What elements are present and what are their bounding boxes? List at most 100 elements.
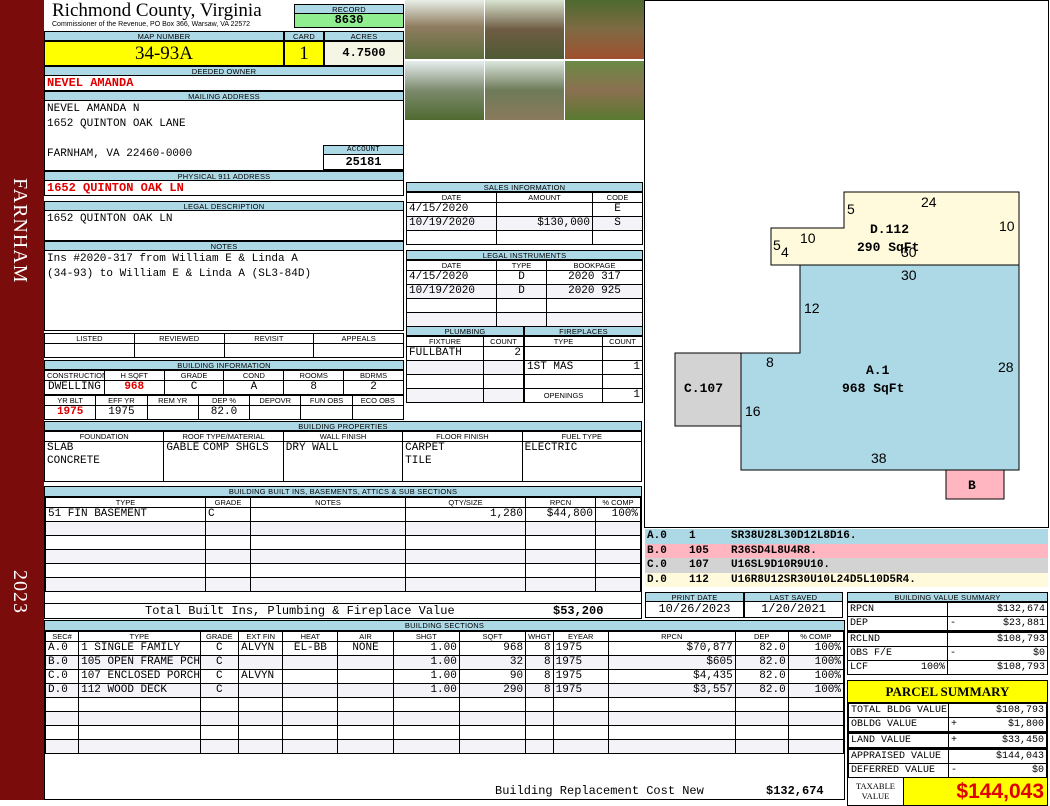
summary-value: + $33,450: [948, 732, 1047, 749]
table-cell: EL-BB: [282, 641, 339, 656]
notes-text: Ins #2020-317 from William E & Linda A (…: [44, 251, 404, 331]
parcel-summary-label: PARCEL SUMMARY: [848, 681, 1047, 703]
table-cell: $44,800: [525, 507, 596, 522]
legend-sec: D.0: [647, 573, 667, 586]
table-cell: [552, 711, 609, 726]
dim: 10: [800, 230, 816, 246]
summary-row: DEFERRED VALUE - $0: [848, 763, 1047, 778]
sketch-legend-row[interactable]: A.0 1 SR38U28L30D12L8D16.: [645, 529, 1048, 544]
table-cell: [525, 697, 554, 712]
summary-label: TOTAL BLDG VALUE: [848, 703, 949, 718]
label-a: A.1: [866, 363, 890, 378]
property-photo-2[interactable]: [485, 0, 564, 59]
table-cell: 1975: [552, 669, 609, 684]
table-row: 1ST MAS 1: [524, 360, 643, 375]
card-number: 1: [284, 41, 324, 66]
table-cell: [78, 725, 201, 740]
sections-total-label: Building Replacement Cost New: [495, 784, 704, 798]
property-photo-5[interactable]: [485, 61, 564, 120]
dim: 30: [901, 244, 917, 260]
table-row: [406, 360, 524, 375]
properties-label: BUILDING PROPERTIES: [44, 421, 642, 431]
table-cell: [734, 739, 789, 754]
building-info-value: [300, 405, 353, 420]
table-cell: [337, 711, 394, 726]
building-info-value: [351, 405, 405, 420]
year-label: 2023: [9, 570, 31, 614]
table-cell: 1 SINGLE FAMILY: [78, 641, 201, 656]
table-cell: [392, 711, 460, 726]
label-b: B: [968, 478, 976, 493]
table-cell: [787, 739, 845, 754]
table-cell: [406, 230, 497, 245]
table-row: [44, 711, 845, 726]
mailing-address: NEVEL AMANDA N 1652 QUINTON OAK LANE FAR…: [44, 101, 404, 171]
table-cell: [602, 374, 643, 389]
table-cell: [282, 669, 339, 684]
building-info-value: A: [223, 380, 285, 395]
table-cell: [458, 739, 527, 754]
table-cell: 290: [458, 683, 527, 698]
table-cell: [734, 725, 789, 740]
taxable-row: TAXABLE VALUE $144,043: [848, 778, 1047, 805]
review-header: LISTED: [44, 333, 135, 344]
property-photo-1[interactable]: [405, 0, 484, 59]
property-photo-3[interactable]: [565, 0, 644, 59]
sections-total-value: $132,674: [766, 784, 824, 798]
table-cell: [406, 312, 497, 327]
column-header: AIR: [337, 631, 394, 642]
legend-code: 112: [689, 573, 709, 586]
sketch-legend-row[interactable]: D.0 112 U16R8U12SR30U10L24D5L10D5R4.: [645, 572, 1048, 587]
table-cell: [238, 655, 284, 670]
summary-operator: +: [951, 735, 958, 746]
table-cell: A.0: [44, 641, 80, 656]
sketch-legend-row[interactable]: B.0 105 R36SD4L8U4R8.: [645, 543, 1048, 558]
taxable-label: TAXABLE VALUE: [848, 778, 904, 805]
table-cell: 1975: [552, 641, 609, 656]
building-info-header: H SQFT: [103, 370, 165, 381]
print-date: 10/26/2023: [645, 602, 744, 618]
column-header: EYEAR: [552, 631, 609, 642]
table-cell: [205, 535, 251, 550]
summary-amount: $108,793: [996, 634, 1045, 645]
table-row: [44, 725, 845, 740]
table-cell: [282, 725, 339, 740]
table-cell: [483, 360, 524, 375]
summary-operator: -: [950, 648, 957, 659]
table-cell: [607, 725, 736, 740]
mailing-line-1: NEVEL AMANDA N: [47, 103, 140, 115]
table-cell: [525, 563, 596, 578]
table-cell: [250, 535, 406, 550]
roof-type: GABLE: [166, 442, 200, 455]
dim: 24: [921, 194, 937, 210]
openings-label: OPENINGS: [524, 388, 603, 403]
table-cell: [607, 739, 736, 754]
table-cell: [44, 725, 80, 740]
properties-header: FOUNDATION: [43, 431, 165, 442]
table-cell: [406, 360, 484, 375]
table-cell: [595, 535, 641, 550]
table-cell: [199, 711, 240, 726]
table-cell: [78, 697, 201, 712]
table-cell: [45, 563, 206, 578]
column-header: TYPE: [45, 497, 206, 508]
table-cell: 100%: [787, 641, 845, 656]
sketch-legend-row[interactable]: C.0 107 U16SL9D10R9U10.: [645, 558, 1048, 573]
side-strip: FARNHAM 2023: [0, 0, 44, 800]
dim: 16: [745, 403, 761, 419]
property-photo-6[interactable]: [565, 61, 644, 120]
table-cell: [282, 739, 339, 754]
sketch-panel[interactable]: A.1 968 SqFt C.107 B D.112 290 SqFt 24 5…: [644, 0, 1049, 528]
summary-row: OBS F/E - $0: [847, 646, 1048, 661]
photo-gallery: [404, 0, 644, 120]
page-subtitle: Commissioner of the Revenue, PO Box 366,…: [52, 21, 251, 28]
sales-label: SALES INFORMATION: [406, 182, 643, 192]
summary-row: RCLND $108,793: [847, 631, 1048, 647]
property-photo-4[interactable]: [405, 61, 484, 120]
table-cell: 100%: [787, 669, 845, 684]
table-cell: ALVYN: [238, 641, 284, 656]
table-cell: 1.00: [392, 655, 460, 670]
table-cell: C: [199, 683, 240, 698]
dim: 12: [804, 300, 820, 316]
table-row: 4/15/2020 D 2020 317: [406, 270, 643, 285]
